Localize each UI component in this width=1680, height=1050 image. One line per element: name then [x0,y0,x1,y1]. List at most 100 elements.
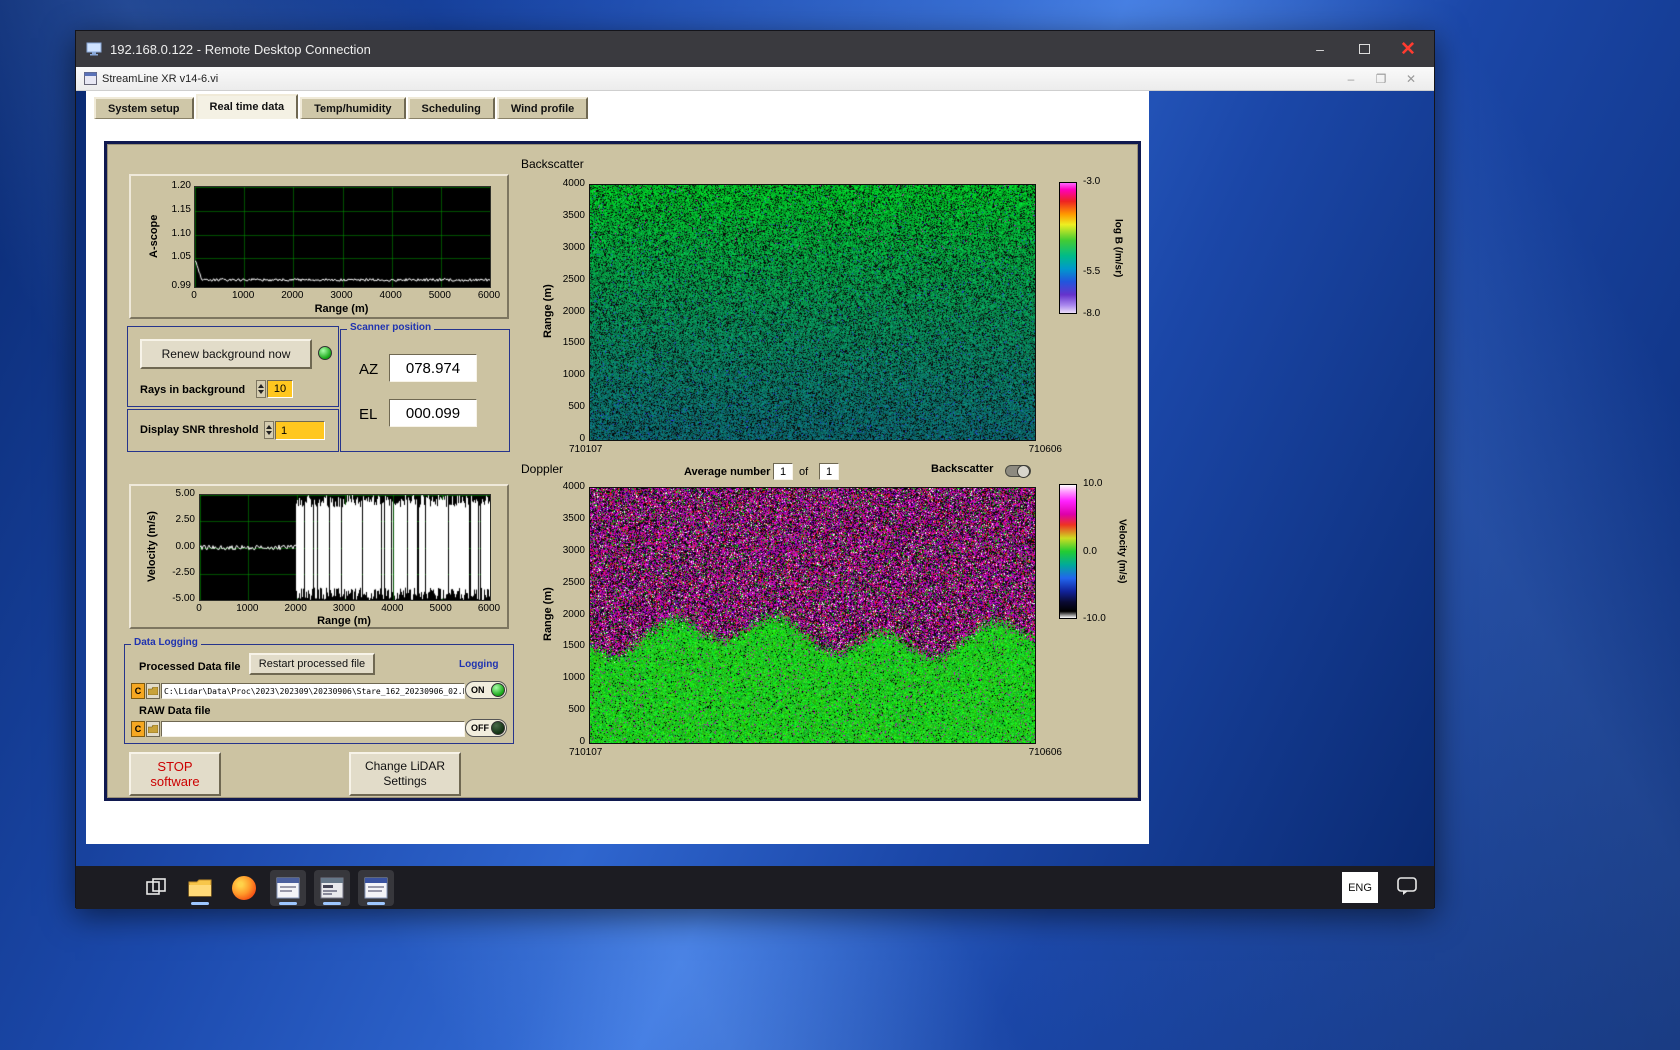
rays-value-field[interactable]: 10 [267,380,293,398]
renew-background-led [318,346,332,360]
logging-off-led [491,721,505,735]
stop-label-1: STOP [157,759,192,774]
backscatter-x-end: 710606 [1002,444,1062,455]
logging-on-led [491,683,505,697]
firefox-icon[interactable] [226,870,262,906]
az-value-field: 078.974 [389,354,477,382]
explorer-running-indicator [191,902,209,905]
tab-system-setup[interactable]: System setup [94,97,194,119]
backscatter-colorbar-ticks: -3.0 -5.5 -8.0 [1083,182,1113,314]
ascope-x-ticks: 0 1000 2000 3000 4000 5000 6000 [194,290,489,302]
restart-processed-file-button[interactable]: Restart processed file [249,653,375,675]
app-minimize-button[interactable]: – [1336,67,1366,91]
processed-path-row: C C:\Lidar\Data\Proc\2023\202309\2023090… [131,683,465,699]
velocity-plot [199,494,491,601]
ascope-x-axis-label: Range (m) [194,303,489,315]
rdp-close-button[interactable]: ✕ [1386,31,1430,67]
app1-running-indicator [279,902,297,905]
app-close-button[interactable]: ✕ [1396,67,1426,91]
raw-logging-toggle[interactable]: OFF [465,719,507,737]
app-title: StreamLine XR v14-6.vi [102,73,218,85]
snr-spinner[interactable] [264,421,274,439]
rdp-minimize-button[interactable]: – [1298,31,1342,67]
ascope-plot [194,186,491,288]
processed-data-file-label: Processed Data file [139,661,241,673]
scanner-position-title: Scanner position [347,322,434,333]
tab-bar: System setup Real time data Temp/humidit… [94,94,588,119]
raw-path-field[interactable] [161,721,465,737]
el-label: EL [359,406,377,423]
app-window-icon-1[interactable] [270,870,306,906]
snr-threshold-label: Display SNR threshold [140,424,259,436]
doppler-colorbar-label: Velocity (m/s) [1115,484,1129,619]
rdp-maximize-button[interactable] [1342,31,1386,67]
rdp-titlebar: 192.168.0.122 - Remote Desktop Connectio… [76,31,1434,67]
renew-background-button[interactable]: Renew background now [140,339,312,369]
browse-folder-icon[interactable] [146,683,160,699]
remote-desktop-icon [86,42,102,56]
of-label: of [799,466,808,478]
backscatter-x-start: 710107 [569,444,602,455]
change-lidar-settings-button[interactable]: Change LiDAR Settings [349,752,461,796]
processed-logging-toggle[interactable]: ON [465,681,507,699]
velocity-x-axis-label: Range (m) [199,615,489,627]
app-window-icon-2[interactable] [358,870,394,906]
app-icon [84,72,97,85]
stop-label-2: software [150,774,199,789]
scan-scheduler-icon[interactable] [314,870,350,906]
velocity-y-axis-label: Velocity (m/s) [145,494,159,599]
task-view-icon[interactable] [138,870,174,906]
file-explorer-icon[interactable] [182,870,218,906]
backscatter-colorbar-label: log B (/m/sr) [1111,182,1125,314]
app-client-area: System setup Real time data Temp/humidit… [76,91,1434,866]
scan-scheduler-running-indicator [323,902,341,905]
doppler-x-start: 710107 [569,747,602,758]
raw-data-file-label: RAW Data file [139,705,211,717]
backscatter-doppler-toggle[interactable] [1005,465,1031,477]
data-logging-title: Data Logging [131,637,201,648]
doppler-heatmap [589,487,1036,744]
doppler-title: Doppler [521,462,563,476]
raw-path-row: C [131,721,465,737]
change-label-1: Change LiDAR [365,759,445,774]
average-number-field[interactable]: 1 [773,463,793,480]
raw-browse-folder-icon[interactable] [146,721,160,737]
rdp-title: 192.168.0.122 - Remote Desktop Connectio… [110,42,371,57]
chat-icon[interactable] [1396,876,1418,901]
app-restore-button[interactable]: ❐ [1366,67,1396,91]
app2-running-indicator [367,902,385,905]
backscatter-heatmap [589,184,1036,441]
logging-label: Logging [459,659,498,670]
az-label: AZ [359,361,378,378]
average-total-field[interactable]: 1 [819,463,839,480]
backscatter-title: Backscatter [521,157,584,171]
raw-drive-icon[interactable]: C [131,721,145,737]
ascope-graph-group: A-scope 1.20 1.15 1.10 1.05 0.99 0 1000 2000 30… [129,174,509,319]
rays-in-background-label: Rays in background [140,384,245,396]
data-logging-box: Data Logging Processed Data file Restart… [124,644,514,744]
app-titlebar: StreamLine XR v14-6.vi [76,67,1434,91]
background-controls-box: Renew background now Rays in background … [127,326,339,407]
tab-scheduling[interactable]: Scheduling [408,97,495,119]
ascope-y-axis-label: A-scope [147,186,161,286]
processed-path-field[interactable]: C:\Lidar\Data\Proc\2023\202309\20230906\… [161,683,465,699]
stop-software-button[interactable]: STOP software [129,752,221,796]
logging-on-label: ON [471,685,491,695]
velocity-x-ticks: 0 1000 2000 3000 4000 5000 6000 [199,603,489,615]
language-indicator[interactable]: ENG [1342,872,1378,903]
tab-temp-humidity[interactable]: Temp/humidity [300,97,405,119]
snr-threshold-box: Display SNR threshold 1 [127,409,339,452]
el-value-field: 000.099 [389,399,477,427]
rays-spinner[interactable] [256,380,266,398]
drive-icon[interactable]: C [131,683,145,699]
backscatter-colorbar [1059,182,1077,314]
tab-wind-profile[interactable]: Wind profile [497,97,588,119]
main-panel: A-scope 1.20 1.15 1.10 1.05 0.99 0 1000 2000 30… [104,141,1141,801]
snr-value-field[interactable]: 1 [275,421,325,440]
logging-off-label: OFF [471,723,491,733]
backscatter-y-ticks: 4000 3500 3000 2500 2000 1500 1000 500 0 [553,184,585,439]
doppler-y-ticks: 4000 3500 3000 2500 2000 1500 1000 500 0 [553,487,585,742]
tab-real-time-data[interactable]: Real time data [196,94,299,119]
change-label-2: Settings [383,774,426,789]
ascope-y-ticks: 1.20 1.15 1.10 1.05 0.99 [161,186,191,286]
